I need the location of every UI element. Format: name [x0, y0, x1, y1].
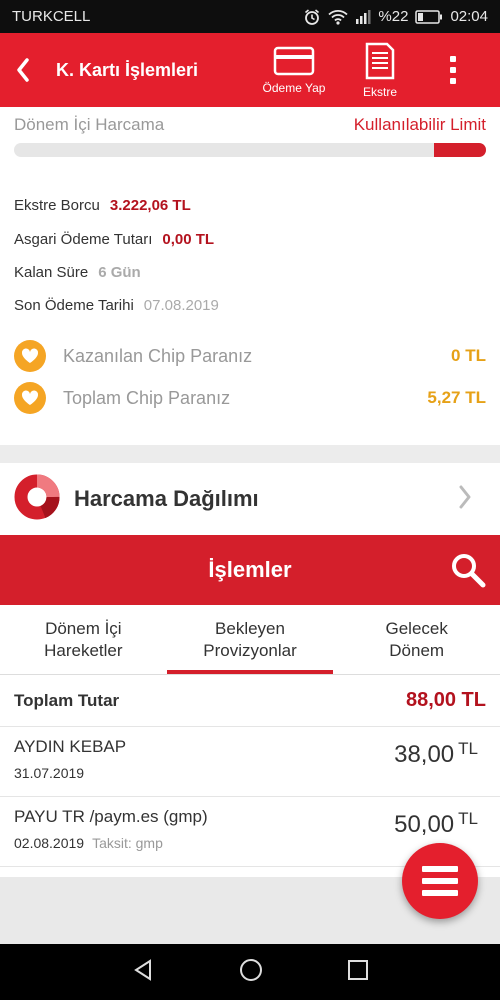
list-item[interactable]: AYDIN KEBAP 31.07.2019 38,00 TL — [0, 727, 500, 797]
kebab-dot-icon — [450, 78, 456, 84]
kebab-dot-icon — [450, 56, 456, 62]
heart-icon — [14, 382, 46, 414]
remaining-time-label: Kalan Süre — [14, 263, 89, 281]
nav-back-button[interactable] — [131, 958, 155, 987]
amount-value: 38,00 — [394, 741, 455, 768]
due-date-label: Son Ödeme Tarihi — [14, 296, 134, 314]
total-amount-label: Toplam Tutar — [14, 690, 120, 710]
chip-earned-row: Kazanılan Chip Paranız 0 TL — [14, 340, 486, 372]
square-recents-icon — [347, 959, 368, 980]
menu-fab-button[interactable] — [402, 843, 478, 919]
wifi-icon — [328, 9, 349, 25]
total-amount-value: 88,00 TL — [405, 689, 486, 711]
tab-next-period[interactable]: Gelecek Dönem — [333, 605, 500, 674]
spending-distribution-title: Harcama Dağılımı — [74, 486, 259, 511]
clock: 02:04 — [450, 8, 488, 25]
battery-icon — [415, 9, 443, 24]
statement-button[interactable]: Ekstre — [337, 33, 423, 107]
tab-label: Dönem İçi Hareketler — [44, 618, 123, 660]
search-icon — [452, 554, 486, 588]
kebab-dot-icon — [450, 67, 456, 73]
status-icons: %22 02:04 — [303, 8, 488, 26]
statement-debt-value: 3.222,06 TL — [109, 196, 191, 214]
transaction-amount: 50,00 TL — [394, 809, 478, 839]
date-text: 02.08.2019 — [14, 835, 85, 851]
remaining-time-row: Kalan Süre 6 Gün — [14, 260, 141, 284]
total-amount-row: Toplam Tutar 88,00 TL — [0, 675, 500, 727]
search-button[interactable] — [450, 552, 486, 593]
period-spending-label: Dönem İçi Harcama — [14, 115, 165, 134]
payment-button-label: Ödeme Yap — [262, 80, 326, 95]
chip-total-value: 5,27 TL — [427, 388, 486, 407]
chevron-left-icon — [17, 58, 29, 82]
chevron-right-icon — [458, 485, 472, 514]
heart-icon — [14, 340, 46, 372]
due-date-row: Son Ödeme Tarihi 07.08.2019 — [14, 293, 219, 317]
card-summary: Dönem İçi Harcama Kullanılabilir Limit E… — [0, 107, 500, 445]
limit-progress-bar — [14, 143, 486, 157]
status-bar: TURKCELL %22 02:04 — [0, 0, 500, 33]
chip-total-row: Toplam Chip Paranız 5,27 TL — [14, 382, 486, 414]
statement-debt-row: Ekstre Borcu 3.222,06 TL — [14, 193, 191, 217]
tab-label: Bekleyen Provizyonlar — [203, 618, 297, 660]
merchant-name: PAYU TR /paym.es (gmp) — [14, 807, 208, 826]
min-payment-label: Asgari Ödeme Tutarı — [14, 230, 153, 248]
amount-value: 50,00 — [394, 811, 455, 838]
donut-chart-icon — [14, 474, 60, 525]
transactions-header: İşlemler — [0, 535, 500, 605]
tab-pending-provisions[interactable]: Bekleyen Provizyonlar — [166, 605, 334, 674]
currency: TL — [458, 739, 478, 758]
chip-earned-label: Kazanılan Chip Paranız — [63, 345, 253, 366]
page-title: K. Kartı İşlemleri — [56, 59, 199, 80]
min-payment-value: 0,00 TL — [162, 230, 215, 248]
menu-icon — [422, 890, 458, 896]
screen: TURKCELL %22 02:04 K. Kartı İşlemleri Öd… — [0, 0, 500, 1000]
date-text: 31.07.2019 — [14, 765, 85, 781]
nav-home-button[interactable] — [238, 957, 264, 988]
signal-icon — [355, 9, 371, 24]
nav-recents-button[interactable] — [347, 959, 369, 986]
payment-button[interactable]: Ödeme Yap — [251, 33, 337, 107]
menu-icon — [422, 866, 458, 872]
chip-total-label: Toplam Chip Paranız — [63, 387, 231, 408]
transaction-date: 02.08.2019 Taksit: gmp — [14, 835, 163, 851]
document-icon — [365, 42, 395, 79]
remaining-time-value: 6 Gün — [98, 263, 141, 281]
currency: TL — [458, 809, 478, 828]
transactions-title: İşlemler — [208, 557, 292, 582]
back-button[interactable] — [0, 33, 46, 107]
battery-percent: %22 — [378, 8, 409, 25]
system-nav-bar — [0, 944, 500, 1000]
more-options-button[interactable] — [423, 33, 483, 107]
triangle-back-icon — [134, 958, 152, 981]
transaction-amount: 38,00 TL — [394, 739, 478, 769]
carrier-name: TURKCELL — [12, 8, 91, 25]
spending-distribution-row[interactable]: Harcama Dağılımı — [0, 463, 500, 535]
circle-home-icon — [239, 958, 262, 981]
statement-debt-label: Ekstre Borcu — [14, 196, 100, 214]
menu-icon — [422, 878, 458, 884]
due-date-value: 07.08.2019 — [143, 296, 219, 314]
transaction-date: 31.07.2019 — [14, 765, 92, 781]
chip-earned-value: 0 TL — [451, 346, 486, 365]
min-payment-row: Asgari Ödeme Tutarı 0,00 TL — [14, 227, 214, 251]
app-bar: K. Kartı İşlemleri Ödeme Yap Ekstre — [0, 33, 500, 107]
statement-button-label: Ekstre — [362, 84, 397, 99]
credit-card-icon — [273, 46, 315, 75]
tab-period-transactions[interactable]: Dönem İçi Hareketler — [0, 605, 167, 674]
merchant-name: AYDIN KEBAP — [14, 737, 127, 756]
alarm-icon — [303, 8, 321, 26]
limit-progress-fill — [434, 143, 486, 157]
available-limit-label: Kullanılabilir Limit — [353, 115, 486, 134]
limit-header: Dönem İçi Harcama Kullanılabilir Limit — [14, 113, 486, 137]
transaction-tabs: Dönem İçi Hareketler Bekleyen Provizyonl… — [0, 605, 500, 675]
installment-text: Taksit: gmp — [92, 835, 163, 851]
tab-label: Gelecek Dönem — [385, 618, 448, 660]
